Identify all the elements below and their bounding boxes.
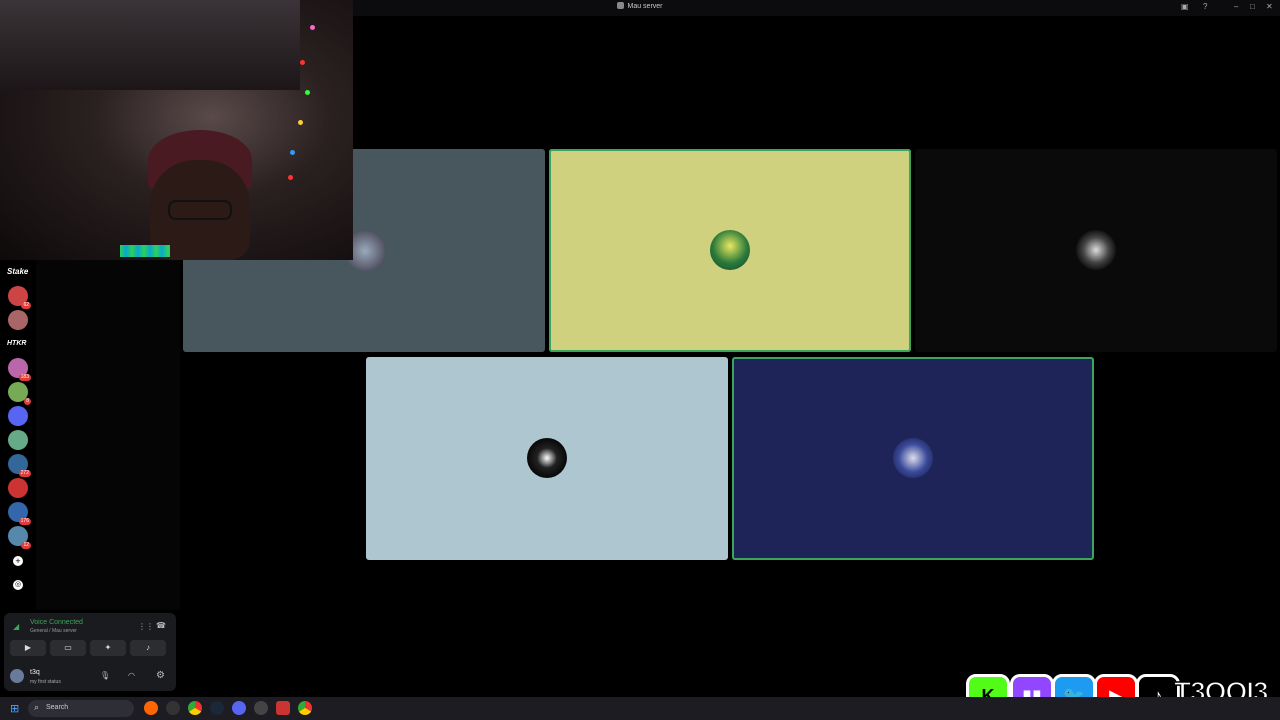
participant-tile-2[interactable] — [549, 149, 911, 352]
window-title-text: Mau server — [627, 3, 663, 10]
activities-button[interactable]: ✦ — [90, 640, 126, 656]
maximize-button[interactable]: □ — [1250, 2, 1255, 11]
webcam-overlay — [0, 0, 353, 260]
user-panel: t3q my first status 🎙 ◠ ⚙ — [4, 661, 176, 691]
voice-channel[interactable]: General / Mau server — [30, 628, 77, 634]
chrome-icon[interactable] — [298, 701, 312, 715]
webcam-keyboard — [120, 245, 170, 257]
string-light — [288, 175, 293, 180]
mic-icon[interactable]: 🎙 — [100, 671, 110, 680]
gear-icon[interactable]: ⚙ — [156, 670, 165, 681]
close-button[interactable]: ✕ — [1266, 2, 1273, 11]
server-icon-7[interactable] — [8, 406, 28, 426]
server-badge: 62 — [21, 302, 31, 309]
server-list: Stake 62 HTKR 183 8 272 176 12 + ◎ — [0, 260, 36, 610]
server-icon-9[interactable]: 272 — [8, 454, 31, 477]
participant-avatar — [1076, 230, 1116, 270]
noise-suppression-icon[interactable]: ⋮⋮ — [138, 622, 154, 631]
help-icon[interactable]: ? — [1203, 2, 1207, 11]
screen-share-button[interactable]: ▭ — [50, 640, 86, 656]
minimize-button[interactable]: – — [1234, 2, 1238, 11]
signal-icon[interactable]: ◢ — [13, 622, 19, 631]
string-light — [300, 60, 305, 65]
participant-avatar — [893, 438, 933, 478]
discover-icon[interactable]: ◎ — [13, 580, 23, 590]
server-icon-12[interactable]: 12 — [8, 526, 31, 549]
server-badge: 272 — [18, 470, 31, 477]
camera-button[interactable]: ▶ — [10, 640, 46, 656]
search-icon: ⌕ — [34, 702, 40, 712]
user-name: t3q — [30, 669, 40, 676]
steam-icon[interactable] — [210, 701, 224, 715]
webcam-background — [0, 0, 300, 90]
server-badge: 183 — [18, 374, 31, 381]
server-icon-11[interactable]: 176 — [8, 502, 31, 525]
server-htkr[interactable]: HTKR — [7, 340, 26, 347]
server-badge: 176 — [18, 518, 31, 525]
taskbar: ⊞ ⌕ Search — [0, 697, 1280, 720]
string-light — [310, 25, 315, 30]
soundboard-button[interactable]: ♪ — [130, 640, 166, 656]
server-icon-10[interactable] — [8, 478, 28, 498]
server-badge: 12 — [21, 542, 31, 549]
search-input[interactable]: ⌕ Search — [28, 700, 134, 717]
participant-tile-4[interactable] — [366, 357, 728, 560]
user-status: my first status — [30, 679, 61, 685]
string-light — [298, 120, 303, 125]
firefox-icon[interactable] — [144, 701, 158, 715]
string-light — [290, 150, 295, 155]
chrome-icon[interactable] — [188, 701, 202, 715]
server-icon — [617, 2, 625, 9]
server-stake[interactable]: Stake — [7, 267, 28, 276]
server-icon-2[interactable]: 62 — [8, 286, 31, 309]
server-badge: 8 — [24, 398, 31, 405]
participant-avatar — [527, 438, 567, 478]
string-light — [305, 90, 310, 95]
server-icon-6[interactable]: 8 — [8, 382, 31, 405]
windows-start-icon[interactable]: ⊞ — [10, 702, 19, 715]
server-icon-3[interactable] — [8, 310, 28, 330]
app-icon[interactable] — [276, 701, 290, 715]
voice-status: Voice Connected — [30, 619, 83, 626]
inbox-icon[interactable]: ▣ — [1181, 2, 1189, 11]
disconnect-icon[interactable]: ☎ — [156, 621, 166, 630]
server-icon-5[interactable]: 183 — [8, 358, 31, 381]
discord-icon[interactable] — [232, 701, 246, 715]
app-icon[interactable] — [166, 701, 180, 715]
webcam-glasses — [168, 200, 232, 220]
server-icon-8[interactable] — [8, 430, 28, 450]
search-placeholder: Search — [46, 704, 69, 711]
participant-avatar — [710, 230, 750, 270]
channel-panel — [36, 260, 180, 610]
voice-panel: ◢ Voice Connected General / Mau server ⋮… — [4, 613, 176, 691]
headset-icon[interactable]: ◠ — [128, 671, 135, 680]
avatar[interactable] — [10, 669, 24, 683]
participant-tile-5[interactable] — [732, 357, 1094, 560]
app-icon[interactable] — [254, 701, 268, 715]
add-server-icon[interactable]: + — [13, 556, 23, 566]
participant-tile-3[interactable] — [915, 149, 1277, 352]
